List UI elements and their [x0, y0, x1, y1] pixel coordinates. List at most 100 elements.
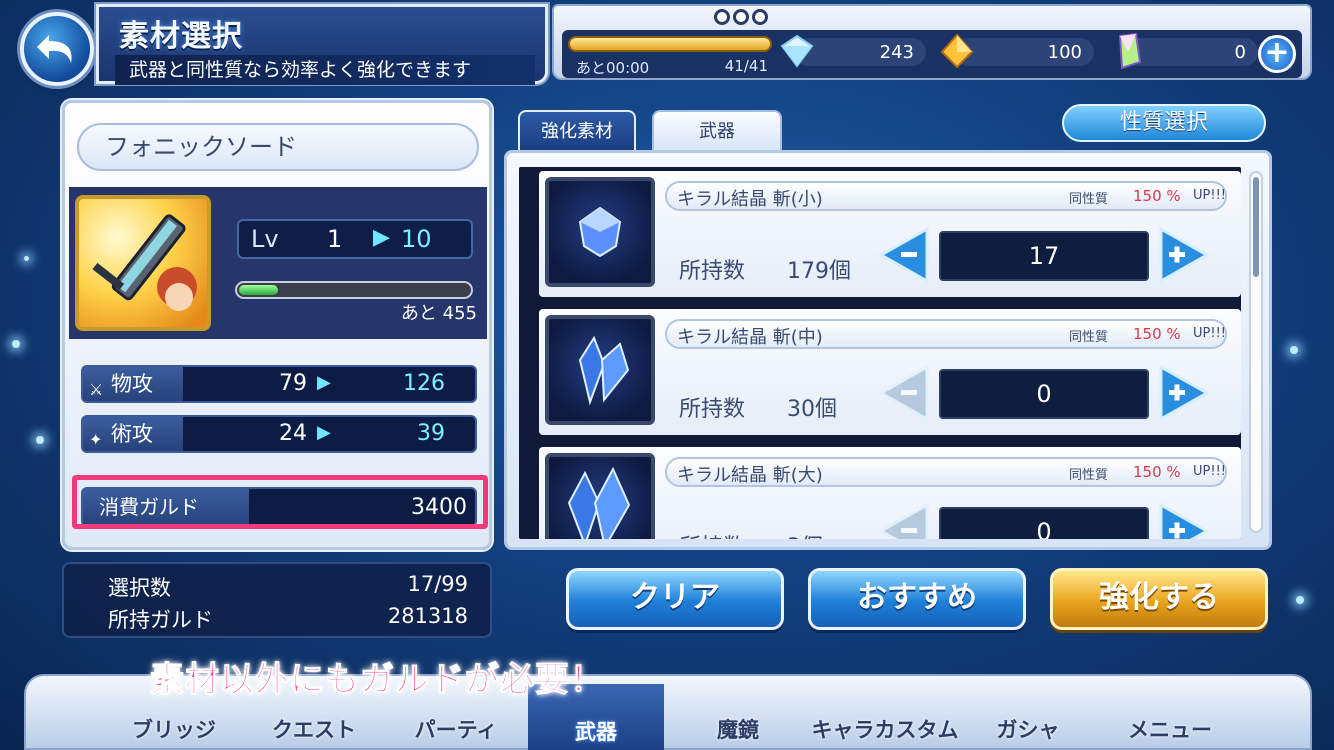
status-bar: あと00:00 41/41 243 100 0 +	[552, 4, 1312, 80]
bonus-up-label: UP!!!	[1193, 464, 1226, 479]
bonus-up-label: UP!!!	[1193, 188, 1226, 203]
background-sparkle	[36, 436, 44, 444]
background-sparkle	[1296, 596, 1304, 604]
exp-fill	[239, 285, 278, 295]
scroll-thumb[interactable]	[1253, 177, 1259, 277]
background-sparkle	[12, 340, 20, 348]
stamina-count: 41/41	[724, 57, 768, 75]
quantity-value: 17	[939, 231, 1149, 281]
same-attribute-label: 同性質	[1069, 468, 1109, 483]
gold-crystal-counter: 100	[940, 33, 1094, 69]
owned-gald-row: 所持ガルド 281318	[108, 604, 480, 634]
selected-value: 17/99	[407, 572, 468, 596]
background-sparkle	[1290, 346, 1298, 354]
weapon-name: フォニックソード	[77, 123, 479, 171]
material-nameplate: キラル結晶 斬(小) 同性質 150 % UP!!!	[665, 181, 1227, 211]
stat-from: 79	[279, 371, 307, 396]
owned-label: 所持数	[679, 259, 746, 284]
stamina-dots	[714, 9, 768, 25]
gold-crystal-value: 100	[1047, 42, 1082, 63]
gem-value: 243	[879, 42, 914, 63]
clear-button[interactable]: クリア	[566, 568, 784, 630]
owned-label: 所持数	[679, 397, 746, 422]
crystal-small-icon	[545, 177, 655, 287]
increase-button[interactable]	[1159, 365, 1209, 421]
stat-from: 24	[279, 421, 307, 446]
gald-label: 所持ガルド	[108, 608, 213, 632]
cost-highlight-box	[72, 475, 488, 529]
nav-menu[interactable]: メニュー	[1102, 710, 1238, 750]
background-sparkle	[24, 256, 29, 261]
wand-icon: ✦	[89, 430, 103, 449]
enhance-button[interactable]: 強化する	[1050, 568, 1268, 630]
gem-counter: 243	[780, 34, 926, 68]
nav-bridge[interactable]: ブリッジ	[106, 710, 242, 750]
sword-small-icon: ⚔	[89, 380, 104, 399]
material-card[interactable]: キラル結晶 斬(大) 同性質 150 % UP!!! 所持数 3個 0	[539, 447, 1241, 539]
material-card[interactable]: キラル結晶 斬(中) 同性質 150 % UP!!! 所持数 30個 0	[539, 309, 1241, 435]
page-title: 素材選択	[119, 19, 243, 54]
stat-to: 39	[417, 421, 445, 446]
arrow-right-icon: ▶	[317, 422, 331, 443]
crystal-value: 0	[1234, 42, 1246, 63]
decrease-button[interactable]	[879, 503, 929, 539]
selection-summary: 選択数 17/99 所持ガルド 281318	[62, 562, 492, 638]
nav-gacha[interactable]: ガシャ	[960, 710, 1096, 750]
same-attribute-label: 同性質	[1069, 330, 1109, 345]
decrease-button[interactable]	[879, 227, 929, 283]
level-label: Lv	[251, 225, 279, 253]
material-list[interactable]: キラル結晶 斬(小) 同性質 150 % UP!!! 所持数 179個 17 キ…	[519, 167, 1241, 539]
quantity-value: 0	[939, 507, 1149, 539]
rainbow-crystal-icon	[1118, 32, 1142, 70]
crystal-counter: 0	[1118, 32, 1258, 70]
stamina-time: あと00:00	[576, 59, 650, 77]
quantity-value: 0	[939, 369, 1149, 419]
material-name: キラル結晶 斬(大)	[677, 465, 823, 486]
stat-name: ⚔ 物攻	[83, 367, 183, 401]
increase-button[interactable]	[1159, 227, 1209, 283]
tab-material[interactable]: 強化素材	[518, 110, 636, 152]
status-inner: あと00:00 41/41 243 100 0 +	[562, 9, 1302, 78]
property-select-button[interactable]: 性質選択	[1062, 104, 1266, 142]
gold-crystal-icon	[940, 33, 974, 69]
page-subtitle: 武器と同性質なら効率よく強化できます	[115, 55, 535, 85]
weapon-info: Lv 1 ▶ 10 あと 455	[69, 187, 487, 339]
selected-label: 選択数	[108, 576, 171, 600]
recommend-button[interactable]: おすすめ	[808, 568, 1026, 630]
exp-remaining: あと 455	[400, 303, 477, 324]
bonus-up-label: UP!!!	[1193, 326, 1226, 341]
stat-name: ✦ 術攻	[83, 417, 183, 451]
diamond-icon	[780, 34, 814, 68]
sword-icon	[92, 214, 197, 311]
bonus-percent: 150 %	[1133, 187, 1181, 205]
annotation-caption: 素材以外にもガルドが必要！	[150, 660, 605, 701]
increase-button[interactable]	[1159, 503, 1209, 539]
level-bar: Lv 1 ▶ 10	[237, 219, 473, 259]
gald-value: 281318	[387, 604, 468, 628]
stat-to: 126	[403, 371, 445, 396]
bonus-percent: 150 %	[1133, 463, 1181, 481]
nav-quest[interactable]: クエスト	[246, 710, 382, 750]
material-nameplate: キラル結晶 斬(大) 同性質 150 % UP!!!	[665, 457, 1227, 487]
back-button[interactable]	[20, 12, 94, 86]
nav-chara-custom[interactable]: キャラカスタム	[810, 710, 960, 750]
material-card[interactable]: キラル結晶 斬(小) 同性質 150 % UP!!! 所持数 179個 17	[539, 171, 1241, 297]
tab-weapon[interactable]: 武器	[652, 110, 782, 152]
nav-mirror[interactable]: 魔鏡	[670, 710, 806, 750]
owned-count: 3個	[787, 529, 823, 539]
crystal-large-icon	[545, 453, 655, 539]
arrow-right-icon: ▶	[317, 372, 331, 393]
back-arrow-icon	[37, 35, 72, 63]
stamina-bar	[568, 36, 772, 52]
add-currency-button[interactable]: +	[1258, 35, 1296, 73]
list-scrollbar[interactable]	[1249, 171, 1263, 533]
decrease-button[interactable]	[879, 365, 929, 421]
stat-row-magic-attack: ✦ 術攻 24 ▶ 39	[81, 415, 477, 453]
level-to: 10	[401, 225, 432, 253]
owned-count: 30個	[787, 397, 837, 422]
material-list-frame: キラル結晶 斬(小) 同性質 150 % UP!!! 所持数 179個 17 キ…	[504, 150, 1272, 550]
owned-label: 所持数	[679, 529, 745, 539]
nav-party[interactable]: パーティ	[388, 710, 524, 750]
weapon-portrait	[75, 195, 211, 331]
title-plate: 素材選択 武器と同性質なら効率よく強化できます	[96, 4, 548, 85]
